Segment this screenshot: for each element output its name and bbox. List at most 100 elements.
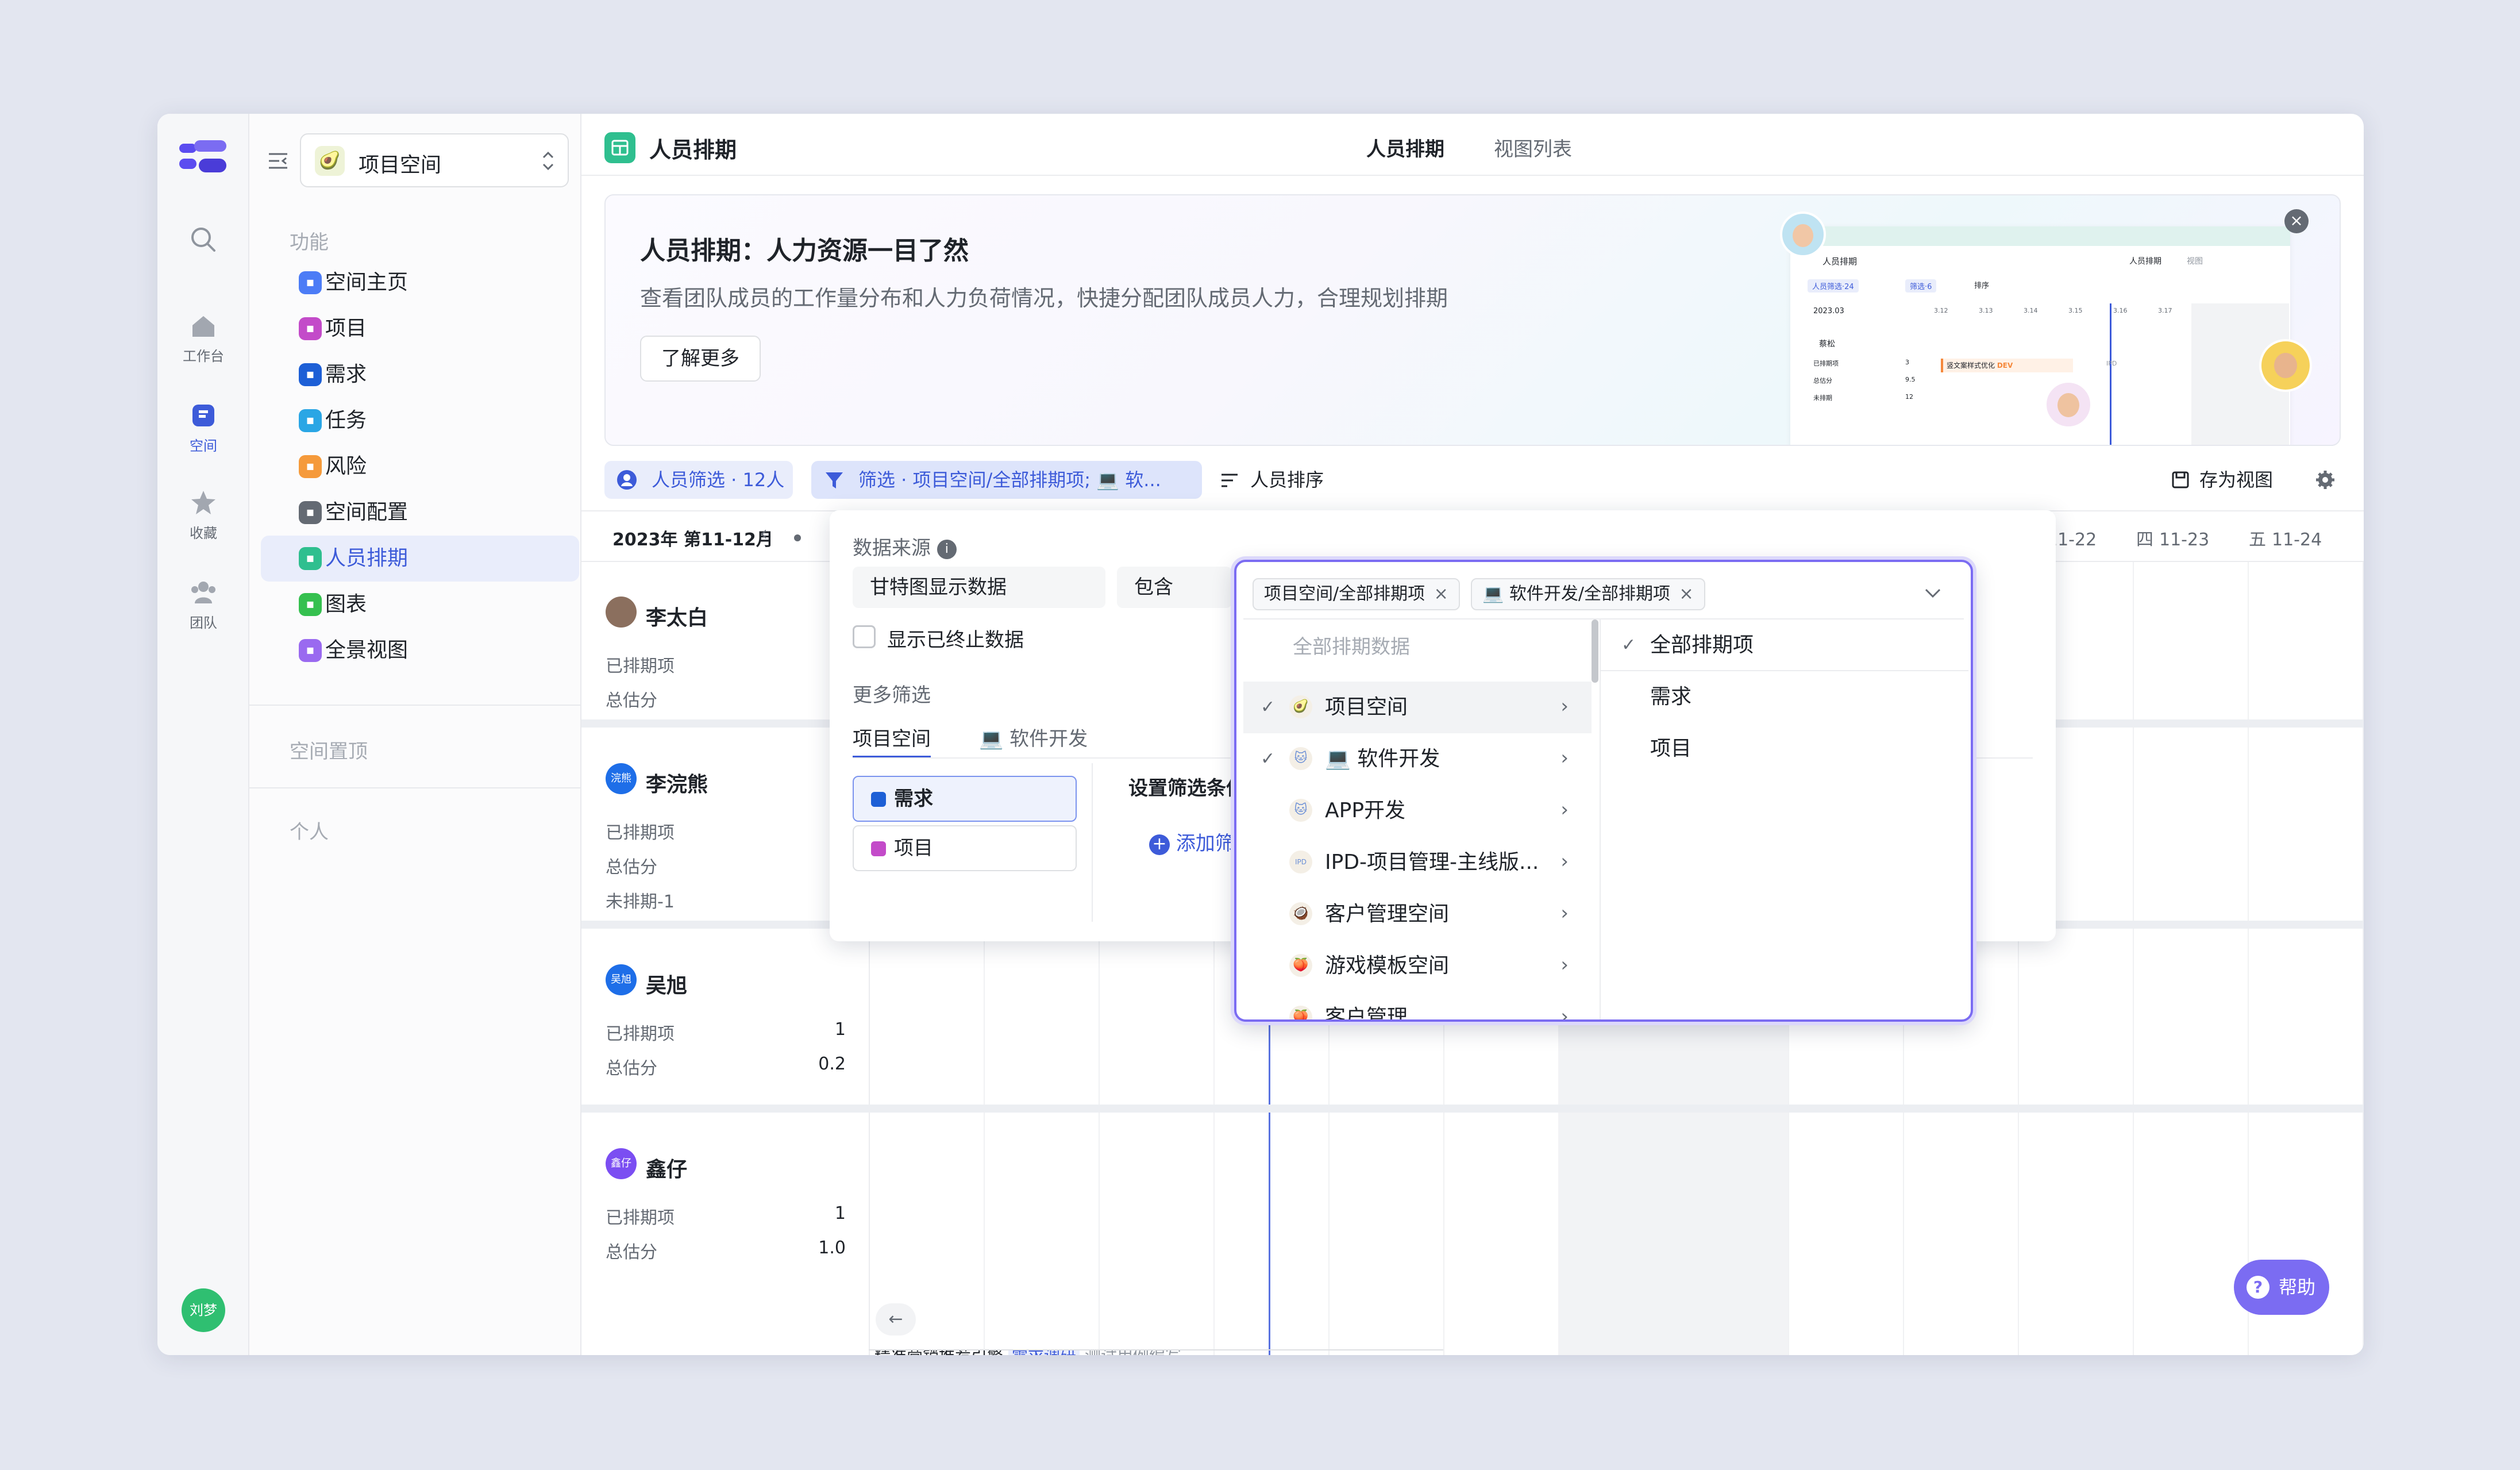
home-icon [192,316,214,337]
app-window: 工作台 空间 收藏 团队 刘梦 🥑 项目空间 功能 ▪ 空间主页 ▪ 项目 ▪ 需求 ▪ 任务… [157,114,2364,1355]
operator-select[interactable]: 包含 [1117,567,1232,608]
space-option[interactable]: 🥥 客户管理空间 › [1243,888,1592,940]
info-icon: i [937,539,957,559]
section-pinned: 空间置顶 [290,740,368,763]
sidebar-item[interactable]: ▪ 空间主页 [261,260,579,306]
sort-icon [1222,474,1238,487]
people-sort-button[interactable]: 人员排序 [1208,461,1346,499]
space-list-scrollbar[interactable] [1592,619,1598,683]
source-field-select[interactable]: 甘特图显示数据 [853,567,1105,608]
selected-chips-input[interactable]: 项目空间/全部排期项 × 💻 软件开发/全部排期项 × [1243,567,1964,619]
space-option-label: 项目空间 [1325,695,1408,719]
schedule-icon [604,132,635,163]
sidebar-item[interactable]: ▪ 空间配置 [261,490,579,536]
preview-day: 3.12 [1934,307,1948,314]
tab-project-space[interactable]: 项目空间 [853,723,931,758]
rail-workbench[interactable]: 工作台 [157,311,249,365]
selected-chip[interactable]: 项目空间/全部排期项 × [1253,578,1460,610]
space-option[interactable]: IPD IPD-项目管理-主线版... › [1243,837,1592,888]
sidebar-item-label: 风险 [325,455,367,478]
space-option[interactable]: 🐱 APP开发 › [1243,785,1592,837]
settings-icon[interactable] [2314,469,2336,491]
space-option-label: 客户管理 [1325,1006,1408,1022]
rail-search[interactable] [157,225,249,259]
close-icon[interactable]: × [1428,584,1448,604]
person-separator [581,1105,2364,1113]
person-stat-value: 1 [834,1203,846,1223]
preview-tag: IPD [2106,360,2117,367]
condition-column-divider [1092,763,1093,922]
day-date: 11-23 [2159,530,2210,550]
selected-chip[interactable]: 💻 软件开发/全部排期项 × [1471,578,1705,610]
today-dot [794,534,801,541]
top-bar: 人员排期 人员排期 视图列表 [581,114,2364,176]
app-logo[interactable] [179,139,228,176]
global-rail: 工作台 空间 收藏 团队 刘梦 [157,114,249,1355]
data-source-label: 数据来源 i [853,532,957,560]
rail-team[interactable]: 团队 [157,578,249,632]
type-option[interactable]: 项目 [853,825,1077,871]
tab-view-list[interactable]: 视图列表 [1494,133,1572,161]
filter-button[interactable]: 筛选 · 项目空间/全部排期项; 💻 软... [811,461,1202,499]
preview-row-value: 9.5 [1905,376,1916,383]
bottom-task-bar[interactable]: 精准营销推荐引擎 需求调研 测试用例编写 [869,1349,1443,1355]
item-type-option[interactable]: 需求 [1601,671,1968,723]
chevron-right-icon: › [1560,902,1569,925]
person-name: 李浣熊 [646,773,708,796]
type-color-icon [871,792,886,807]
close-icon[interactable]: × [1674,584,1694,604]
add-filter-button[interactable]: + 添加筛选 [1149,828,1247,856]
sidebar-item[interactable]: ▪ 图表 [261,582,579,628]
user-avatar[interactable]: 刘梦 [182,1288,225,1332]
rail-space[interactable]: 空间 [157,401,249,455]
space-option[interactable]: 🍑 游戏模板空间 › [1243,940,1592,992]
preview-today-line [2110,303,2111,445]
column-line [2248,562,2249,1355]
space-selector[interactable]: 🥑 项目空间 [300,133,569,187]
preview-header-bar [1790,226,2290,246]
chevron-right-icon: › [1560,1005,1569,1022]
avocado-icon: 🥑 [315,146,345,176]
show-terminated-checkbox[interactable] [853,625,876,648]
save-view-button[interactable]: 存为视图 [2165,461,2303,499]
scroll-back-button[interactable]: ← [876,1303,916,1336]
divider [249,787,581,788]
space-emoji-icon: 🥑 [1289,695,1312,718]
collapse-sidebar-icon[interactable] [265,148,291,174]
chevron-down-icon[interactable] [1921,584,1944,602]
person-avatar: 鑫仔 [606,1148,637,1179]
sidebar-item[interactable]: ▪ 风险 [261,444,579,490]
sidebar-item-label: 图表 [325,592,367,616]
preview-chip: 筛选·6 [1905,279,1937,293]
people-filter-button[interactable]: 人员筛选 · 12人 [604,461,793,499]
item-type-option[interactable]: 项目 [1601,723,1968,775]
item-type-label: 需求 [1650,685,1692,709]
space-list: 全部排期数据 ✓ 🥑 项目空间 › ✓ 🐱 💻 软件开发 › 🐱 APP开发 › IPD IPD-项目管… [1243,619,1600,1022]
sidebar-item[interactable]: ▪ 人员排期 [261,536,579,582]
learn-more-button[interactable]: 了解更多 [640,336,761,382]
check-icon: ✓ [1261,697,1276,717]
space-option[interactable]: ✓ 🐱 💻 软件开发 › [1243,733,1592,785]
calendar-range: 2023年 第11-12月 [612,530,773,550]
save-icon [2172,471,2189,488]
close-banner-icon[interactable]: × [2284,209,2309,233]
space-option[interactable]: ✓ 🥑 项目空间 › [1243,682,1592,733]
sidebar-item[interactable]: ▪ 需求 [261,352,579,398]
item-type-label: 全部排期项 [1650,633,1754,657]
rail-favorites[interactable]: 收藏 [157,488,249,542]
preview-row-value: 3 [1905,359,1909,366]
sidebar-item-icon: ▪ [299,271,322,294]
type-option[interactable]: 需求 [853,776,1077,822]
chevron-left-icon[interactable]: ‹ [760,522,768,545]
item-type-option[interactable]: ✓ 全部排期项 [1601,619,1968,671]
space-option[interactable]: 🍑 客户管理 › [1243,992,1592,1022]
sidebar-item[interactable]: ▪ 项目 [261,306,579,352]
sidebar-item[interactable]: ▪ 全景视图 [261,628,579,674]
tab-schedule[interactable]: 人员排期 [1366,133,1444,161]
tab-software-dev[interactable]: 💻 软件开发 [979,723,1088,751]
preview-day: 3.13 [1979,307,1993,314]
filter-icon [826,472,843,488]
space-option-label: 游戏模板空间 [1325,954,1450,978]
sidebar-item[interactable]: ▪ 任务 [261,398,579,444]
help-button[interactable]: ? 帮助 [2234,1260,2329,1315]
